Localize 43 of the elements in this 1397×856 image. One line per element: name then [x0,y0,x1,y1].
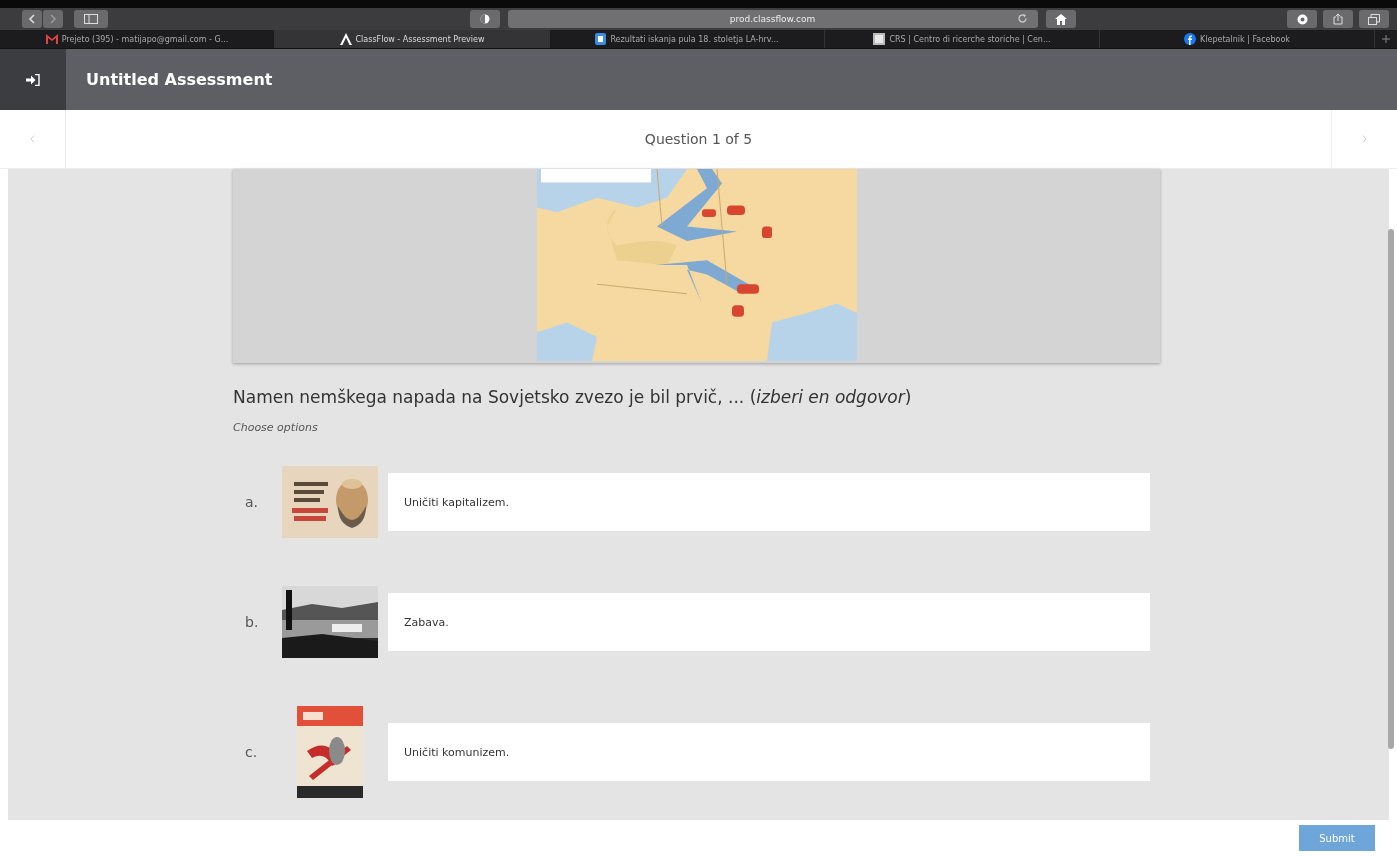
chevron-left-icon [30,135,35,143]
exit-icon [26,73,40,86]
option-letter: b. [244,614,260,630]
option-letter: a. [244,494,260,510]
half-circle-icon [479,14,490,24]
chevron-right-icon [1362,135,1367,143]
browser-tab[interactable]: CRS | Centro di ricerche storiche | Cen... [825,30,1100,48]
answer-option[interactable]: Zabava. [388,593,1150,651]
mail-icon [45,34,58,44]
privacy-button[interactable] [469,10,500,28]
tabs-icon [1368,13,1380,25]
bookmark-icon [595,33,607,45]
share-button[interactable] [1323,10,1353,28]
browser-tab[interactable]: Rezultati iskanja pula 18. stoletja LA-hrv... [550,30,825,48]
assessment-title: Untitled Assessment [86,70,273,89]
answer-option[interactable]: Uničiti komunizem. [388,723,1150,781]
answer-option[interactable]: Uničiti kapitalizem. [388,473,1150,531]
tabs-button[interactable] [1359,10,1389,28]
browser-tab[interactable]: Klepetalnik | Facebook [1100,30,1375,48]
extension-button[interactable] [1287,10,1317,28]
forward-button[interactable] [43,10,63,28]
back-icon [28,14,36,24]
scrollbar[interactable] [1388,229,1394,749]
page-icon [873,33,886,45]
instruction-text: Choose options [233,421,319,434]
circle-icon [1296,13,1308,25]
forward-icon [49,14,57,24]
back-button[interactable] [22,10,42,28]
address-bar[interactable]: prod.classflow.com [507,10,1038,28]
reload-icon[interactable] [1016,13,1028,24]
home-button[interactable] [1045,10,1076,28]
browser-tab[interactable]: ClassFlow - Assessment Preview [275,30,550,48]
plus-icon [1382,35,1390,43]
home-icon [1054,13,1067,25]
question-counter: Question 1 of 5 [643,130,754,149]
facebook-icon [1184,33,1196,45]
triangle-icon [339,33,352,45]
share-icon [1333,13,1343,25]
url-text: prod.classflow.com [729,14,816,24]
sidebar-icon [84,14,98,24]
option-letter: c. [244,744,259,760]
question-text: Namen nemškega napada na Sovjetsko zvezo je bil prvič, ... (izberi en odgovor) [233,387,913,407]
sidebar-button[interactable] [74,10,108,28]
